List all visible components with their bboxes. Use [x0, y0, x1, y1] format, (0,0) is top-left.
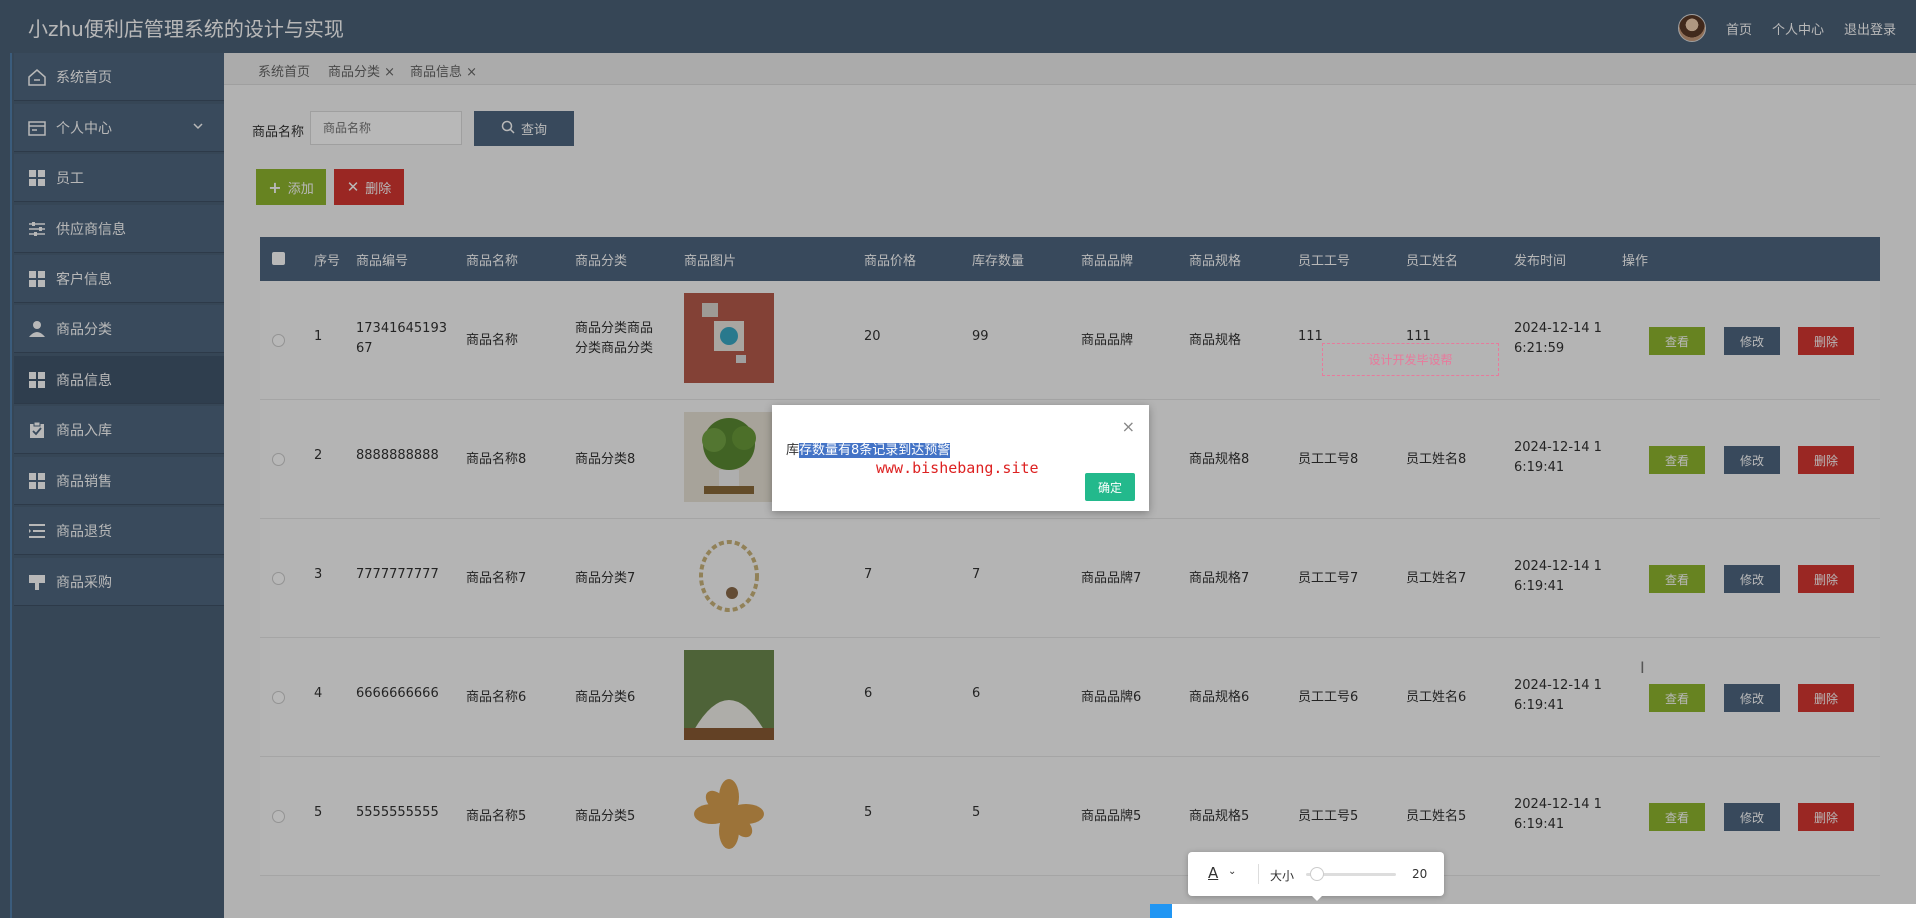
size-slider-handle[interactable]	[1310, 867, 1324, 881]
size-label: 大小	[1270, 869, 1295, 883]
chevron-down-icon[interactable]: ⌄	[1228, 866, 1236, 877]
toolbar-pointer	[1310, 894, 1324, 901]
divider	[1258, 864, 1259, 884]
size-value: 20	[1412, 867, 1428, 881]
selected-text: 存数量有8条记录到达预警	[799, 443, 951, 458]
site-watermark: www.bishebang.site	[876, 459, 1039, 477]
dialog-message: 库存数量有8条记录到达预警	[786, 443, 951, 458]
text-cursor-icon: I	[1640, 658, 1645, 677]
watermark: 设计开发毕设帮	[1322, 343, 1499, 376]
font-toolbar: A ⌄ 大小 20	[1188, 852, 1444, 901]
confirm-button[interactable]: 确定	[1085, 473, 1135, 501]
stock-warning-dialog: × 库存数量有8条记录到达预警 www.bishebang.site 确定	[772, 405, 1149, 511]
bottom-strip	[1150, 904, 1916, 918]
font-color-icon[interactable]: A	[1208, 864, 1218, 882]
close-icon[interactable]: ×	[1122, 417, 1135, 436]
